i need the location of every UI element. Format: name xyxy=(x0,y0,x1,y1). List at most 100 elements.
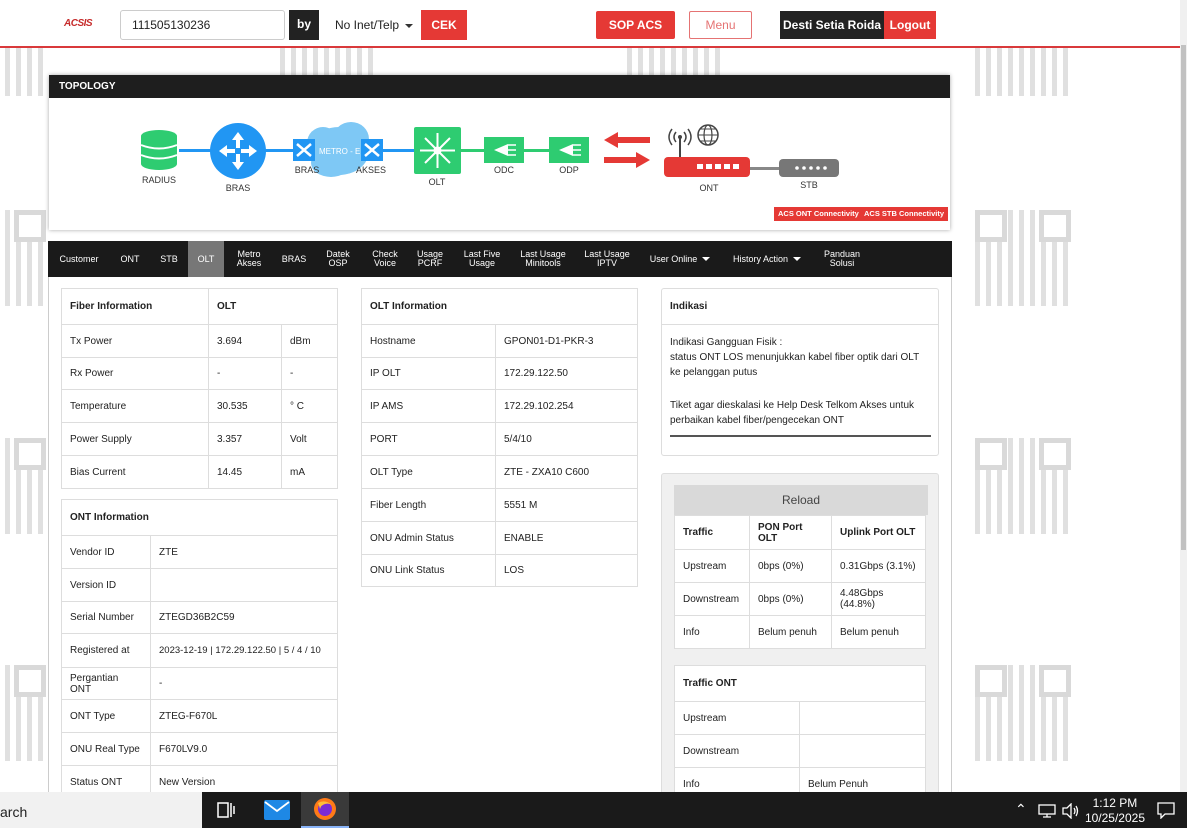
row-label: Serial Number xyxy=(61,601,151,634)
os-taskbar: arch ⌃ 1:12 PM 10/25/2025 xyxy=(0,792,1187,828)
table-row: OLT Type ZTE - ZXA10 C600 xyxy=(361,455,638,489)
table-row: Registered at 2023-12-19 | 172.29.122.50 … xyxy=(61,633,338,668)
app-logo[interactable]: ACSIS xyxy=(64,18,93,29)
row-label: OLT Type xyxy=(361,455,496,489)
menu-button[interactable]: Menu xyxy=(689,11,752,39)
table-row: Version ID xyxy=(61,568,338,602)
table-row: Vendor ID ZTE xyxy=(61,535,338,569)
cek-button[interactable]: CEK xyxy=(421,10,467,40)
indikasi-line2: status ONT LOS menunjukkan kabel fiber o… xyxy=(670,352,920,378)
network-icon[interactable] xyxy=(1038,804,1056,818)
uplink-port-col-header: Uplink Port OLT xyxy=(831,515,926,550)
radius-label: RADIUS xyxy=(141,175,176,185)
page-scrollbar-thumb[interactable] xyxy=(1181,45,1186,550)
row-value: 0bps (0%) xyxy=(749,549,832,583)
task-view-icon[interactable] xyxy=(202,792,250,828)
bidirectional-arrow-icon xyxy=(604,132,650,168)
table-row: Serial Number ZTEGD36B2C59 xyxy=(61,601,338,634)
tab-last-five-usage[interactable]: Last Five Usage xyxy=(456,241,508,277)
odc-splitter-icon[interactable] xyxy=(484,137,524,163)
tab-label-line2: Akses xyxy=(236,258,262,268)
link-bras-metro xyxy=(264,149,294,152)
akses-label: AKSES xyxy=(355,165,386,175)
qr-watermark xyxy=(0,210,46,306)
tab-last-usage-minitools[interactable]: Last Usage Minitools xyxy=(514,241,572,277)
row-value: 5551 M xyxy=(495,488,638,522)
search-input[interactable] xyxy=(120,10,285,40)
sop-acs-button[interactable]: SOP ACS xyxy=(596,11,675,39)
table-row: Hostname GPON01-D1-PKR-3 xyxy=(361,324,638,358)
row-label: PORT xyxy=(361,422,496,456)
acs-stb-connectivity-button[interactable]: ACS STB Connectivity xyxy=(860,207,949,221)
tab-stb[interactable]: STB xyxy=(152,241,186,277)
tab-label-line2: Voice xyxy=(373,258,397,268)
tab-olt[interactable]: OLT xyxy=(188,241,224,277)
row-value: 172.29.122.50 xyxy=(495,357,638,390)
tab-panduan-solusi[interactable]: Panduan Solusi xyxy=(814,241,870,277)
table-row: Bias Current 14.45 mA xyxy=(61,455,338,489)
mail-app-icon[interactable] xyxy=(253,792,301,828)
tab-label: History Action xyxy=(732,253,789,264)
row-value: - xyxy=(208,357,282,390)
olt-switch-icon[interactable] xyxy=(414,127,461,174)
topology-title: TOPOLOGY xyxy=(49,75,950,98)
row-label: ONU Admin Status xyxy=(361,521,496,555)
odp-splitter-icon[interactable] xyxy=(549,137,589,163)
notification-icon[interactable] xyxy=(1157,802,1175,819)
tab-label: Customer xyxy=(59,253,99,264)
stb-device-icon[interactable] xyxy=(779,159,839,177)
tab-check-voice[interactable]: Check Voice xyxy=(364,241,406,277)
acs-ont-connectivity-button[interactable]: ACS ONT Connectivity xyxy=(774,207,863,221)
row-value: 2023-12-19 | 172.29.122.50 | 5 / 4 / 10 xyxy=(150,633,338,668)
olt-info-header: OLT Information xyxy=(361,288,638,325)
indikasi-title: Indikasi xyxy=(662,289,938,325)
row-label: ONU Real Type xyxy=(61,732,151,766)
tab-usage-pcrf[interactable]: Usage PCRF xyxy=(410,241,450,277)
row-label: Downstream xyxy=(674,582,750,616)
bras-router-icon[interactable] xyxy=(209,122,267,180)
table-row: ONU Real Type F670LV9.0 xyxy=(61,732,338,766)
tab-bras[interactable]: BRAS xyxy=(274,241,314,277)
search-type-value: No Inet/Telp xyxy=(335,18,400,32)
qr-watermark xyxy=(975,210,1071,306)
tab-label: BRAS xyxy=(281,253,307,264)
volume-icon[interactable] xyxy=(1062,803,1080,819)
clock-date: 10/25/2025 xyxy=(1084,811,1145,825)
table-row: Pergantian ONT - xyxy=(61,667,338,700)
chevron-up-icon[interactable]: ⌃ xyxy=(1015,801,1027,818)
row-label: Power Supply xyxy=(61,422,209,456)
tab-label-line2: OSP xyxy=(328,258,348,268)
stb-label: STB xyxy=(800,180,818,190)
reload-button[interactable]: Reload xyxy=(674,485,928,515)
tab-metro-akses[interactable]: Metro Akses xyxy=(228,241,270,277)
row-value: LOS xyxy=(495,554,638,587)
ont-router-icon[interactable] xyxy=(662,123,752,179)
tab-ont[interactable]: ONT xyxy=(112,241,148,277)
row-label: Version ID xyxy=(61,568,151,602)
row-unit: Volt xyxy=(281,422,338,456)
table-row: Fiber Length 5551 M xyxy=(361,488,638,522)
table-row: Power Supply 3.357 Volt xyxy=(61,422,338,456)
tab-customer[interactable]: Customer xyxy=(52,241,106,277)
firefox-icon[interactable] xyxy=(301,792,349,828)
radius-server-icon[interactable] xyxy=(140,129,178,171)
search-type-select[interactable]: No Inet/Telp xyxy=(323,10,421,40)
tab-last-usage-iptv[interactable]: Last Usage IPTV xyxy=(578,241,636,277)
user-name-button[interactable]: Desti Setia Roida xyxy=(780,11,884,39)
tab-datek-osp[interactable]: Datek OSP xyxy=(318,241,358,277)
row-value: 172.29.102.254 xyxy=(495,389,638,423)
row-value: Belum penuh xyxy=(749,615,832,649)
taskbar-search[interactable]: arch xyxy=(0,792,202,828)
table-row: IP AMS 172.29.102.254 xyxy=(361,389,638,423)
row-value: 3.357 xyxy=(208,422,282,456)
row-label: Info xyxy=(674,615,750,649)
table-row: ONT Type ZTEG-F670L xyxy=(61,699,338,733)
topology-panel: TOPOLOGY RADIUS BRAS METRO - E BRAS AKSE… xyxy=(49,75,950,230)
logout-button[interactable]: Logout xyxy=(884,11,936,39)
system-clock[interactable]: 1:12 PM 10/25/2025 xyxy=(1085,796,1145,826)
fiber-olt-header: OLT xyxy=(208,288,338,325)
tab-user-online[interactable]: User Online xyxy=(644,241,716,277)
ont-info-table: ONT Information Vendor ID ZTE Version ID … xyxy=(61,499,338,799)
indikasi-line1: Indikasi Gangguan Fisik : xyxy=(670,337,783,348)
tab-history-action[interactable]: History Action xyxy=(726,241,808,277)
